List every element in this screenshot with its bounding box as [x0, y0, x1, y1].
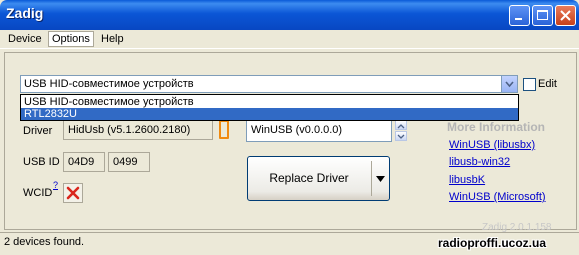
window-title: Zadig: [6, 5, 44, 21]
menu-device[interactable]: Device: [5, 32, 45, 46]
edit-checkbox[interactable]: [523, 78, 536, 91]
usb-pid-value: 0499: [113, 156, 138, 168]
minimize-button[interactable]: [509, 5, 530, 26]
wcid-status: [63, 183, 83, 203]
usb-vid-field: 04D9: [63, 152, 105, 172]
menu-bar: Device Options Help: [0, 30, 579, 49]
usb-vid-value: 04D9: [68, 156, 95, 168]
edit-label: Edit: [538, 78, 557, 90]
wcid-help-link[interactable]: ?: [53, 180, 58, 190]
spin-down-icon: [397, 134, 405, 139]
device-select[interactable]: USB HID-совместимое устройств: [20, 75, 518, 93]
driver-arrow-icon: [219, 120, 229, 139]
replace-driver-button[interactable]: Replace Driver: [247, 156, 390, 201]
spin-up-icon: [397, 124, 405, 129]
title-bar[interactable]: Zadig: [0, 0, 579, 30]
current-driver-value: HidUsb (v5.1.2600.2180): [68, 124, 191, 136]
maximize-icon: [537, 10, 548, 20]
device-option-selected[interactable]: RTL2832U: [21, 108, 518, 120]
spin-up-button[interactable]: [395, 120, 407, 130]
current-driver-field: HidUsb (v5.1.2600.2180): [63, 120, 213, 140]
target-driver-spinner[interactable]: [395, 120, 407, 142]
replace-driver-split-divider: [371, 161, 372, 196]
status-text: 2 devices found.: [4, 236, 85, 248]
target-driver-value: WinUSB (v0.0.0.0): [251, 124, 343, 136]
close-icon: [560, 10, 571, 21]
device-dropdown-list: USB HID-совместимое устройств RTL2832U: [20, 94, 519, 121]
minimize-icon: [515, 18, 522, 20]
link-winusb-libusbx[interactable]: WinUSB (libusbx): [449, 139, 535, 151]
device-select-dropdown-button[interactable]: [501, 76, 517, 92]
menu-help[interactable]: Help: [98, 32, 127, 46]
watermark: radioproffi.ucoz.ua: [438, 236, 546, 250]
target-driver-field[interactable]: WinUSB (v0.0.0.0): [246, 120, 392, 142]
close-button[interactable]: [555, 5, 576, 26]
usb-id-label: USB ID: [23, 156, 60, 168]
link-libusb-win32[interactable]: libusb-win32: [449, 156, 510, 168]
driver-label: Driver: [23, 125, 53, 137]
device-select-value: USB HID-совместимое устройств: [24, 78, 194, 90]
usb-pid-field: 0499: [108, 152, 150, 172]
more-information-panel: More Information WinUSB (libusbx) libusb…: [417, 118, 575, 210]
link-winusb-microsoft[interactable]: WinUSB (Microsoft): [449, 191, 546, 203]
spin-down-button[interactable]: [395, 131, 407, 141]
replace-options-arrow-icon[interactable]: [376, 176, 385, 183]
wcid-label: WCID: [23, 187, 53, 199]
device-option[interactable]: USB HID-совместимое устройств: [21, 96, 518, 108]
menu-options[interactable]: Options: [48, 31, 94, 47]
maximize-button[interactable]: [532, 5, 553, 26]
red-x-icon: [66, 186, 80, 200]
link-libusbk[interactable]: libusbK: [449, 174, 485, 186]
zadig-window: Zadig Device Options Help USB HID-совмес…: [0, 0, 579, 255]
replace-driver-label: Replace Driver: [269, 171, 349, 185]
more-info-title: More Information: [447, 120, 545, 134]
chevron-down-icon: [505, 81, 514, 88]
